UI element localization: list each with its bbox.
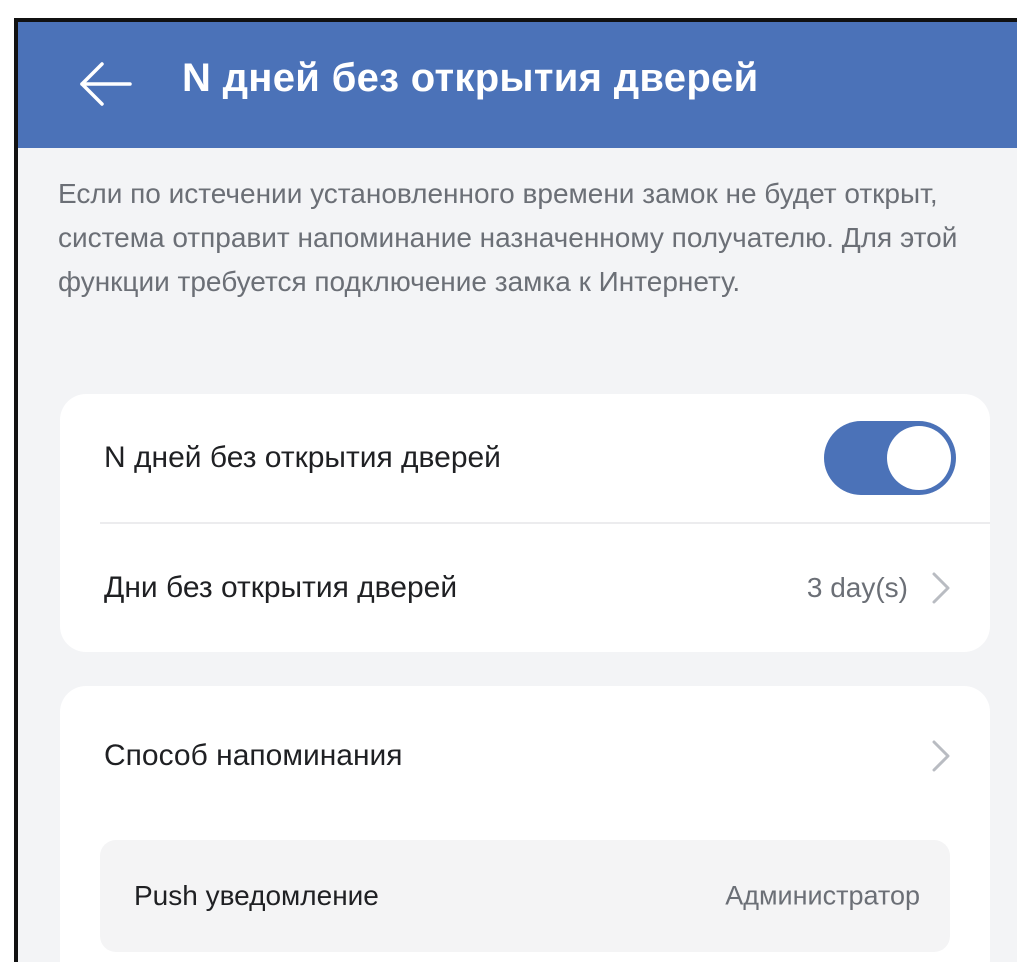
days-without-opening-label: Дни без открытия дверей (104, 571, 458, 604)
arrow-left-icon[interactable] (78, 60, 134, 108)
feature-description: Если по истечении установленного времени… (58, 178, 958, 297)
toggle-knob (887, 426, 951, 490)
push-notification-recipient: Администратор (725, 880, 920, 911)
push-notification-label: Push уведомление (134, 880, 379, 911)
chevron-right-icon (932, 572, 950, 604)
no-open-days-toggle-row: N дней без открытия дверей (60, 394, 990, 522)
chevron-right-icon (932, 740, 950, 772)
reminder-method-row[interactable]: Способ напоминания (60, 692, 990, 820)
days-without-opening-row[interactable]: Дни без открытия дверей 3 day(s) (60, 524, 990, 652)
page-title: N дней без открытия дверей (182, 56, 759, 100)
top-app-bar: N дней без открытия дверей (18, 22, 1017, 148)
app-screen: N дней без открытия дверей Если по истеч… (14, 18, 1017, 962)
push-notification-row[interactable]: Push уведомление Администратор (100, 840, 950, 952)
no-open-days-toggle[interactable] (824, 421, 956, 495)
settings-card: N дней без открытия дверей Дни без откры… (60, 394, 990, 652)
reminder-method-label: Способ напоминания (104, 739, 403, 772)
reminder-card: Способ напоминания Push уведомление Адми… (60, 686, 990, 962)
no-open-days-toggle-label: N дней без открытия дверей (104, 441, 501, 474)
days-without-opening-value: 3 day(s) (806, 572, 908, 603)
